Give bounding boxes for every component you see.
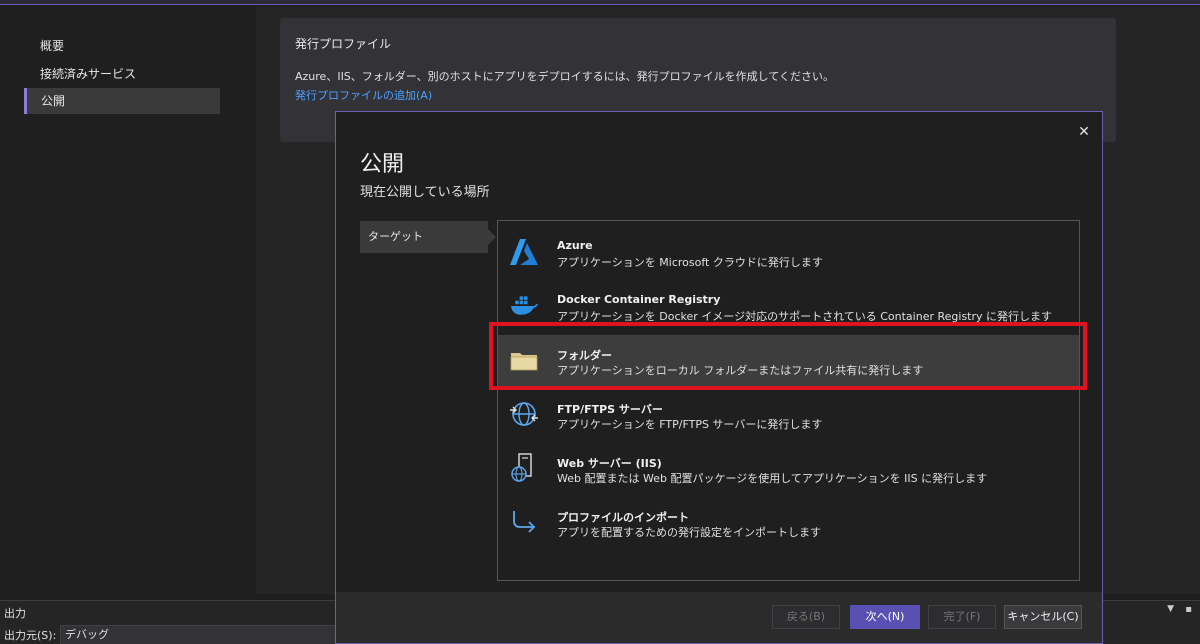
output-source-select[interactable]: デバッグ	[60, 625, 336, 644]
target-item-docker[interactable]: Docker Container Registry アプリケーションを Dock…	[498, 281, 1079, 335]
chevron-down-icon[interactable]: ▼	[1167, 604, 1174, 614]
target-item-ftp[interactable]: FTP/FTPS サーバー アプリケーションを FTP/FTPS サーバーに発行…	[498, 389, 1079, 443]
docker-icon	[510, 296, 538, 315]
dialog-footer: 戻る(B) 次へ(N) 完了(F) キャンセル(C)	[336, 592, 1102, 643]
target-description: Web 配置または Web 配置パッケージを使用してアプリケーションを IIS …	[557, 472, 988, 485]
output-panel-title: 出力	[4, 607, 26, 620]
target-name: プロファイルのインポート	[557, 511, 689, 524]
target-description: アプリケーションをローカル フォルダーまたはファイル共有に発行します	[557, 364, 924, 377]
nav-item-connected-services[interactable]: 接続済みサービス	[24, 61, 220, 87]
web-server-icon	[511, 453, 532, 482]
title-bar-edge	[0, 0, 1200, 5]
nav-item-publish[interactable]: 公開	[24, 88, 220, 114]
back-button[interactable]: 戻る(B)	[772, 605, 840, 629]
step-pointer	[488, 229, 496, 245]
target-description: アプリケーションを Docker イメージ対応のサポートされている Contai…	[557, 310, 1053, 323]
folder-icon	[510, 353, 538, 371]
target-name: Docker Container Registry	[557, 293, 721, 306]
publish-dialog: ✕ 公開 現在公開している場所 ターゲット Azure アプリケーションを Mi…	[335, 111, 1103, 644]
dialog-title: 公開	[360, 152, 405, 177]
nav-item-overview[interactable]: 概要	[24, 33, 220, 59]
close-icon[interactable]: ✕	[1074, 122, 1094, 142]
azure-icon	[510, 239, 538, 265]
output-source-label: 出力元(S):	[4, 629, 57, 642]
next-button[interactable]: 次へ(N)	[850, 605, 920, 629]
target-item-azure[interactable]: Azure アプリケーションを Microsoft クラウドに発行します	[498, 227, 1079, 281]
dialog-subtitle: 現在公開している場所	[360, 185, 490, 200]
ftp-globe-icon	[510, 402, 538, 426]
target-description: アプリケーションを FTP/FTPS サーバーに発行します	[557, 418, 823, 431]
target-name: Web サーバー (IIS)	[557, 457, 662, 470]
add-profile-link[interactable]: 発行プロファイルの追加(A)	[295, 87, 432, 103]
target-description: アプリを配置するための発行設定をインポートします	[557, 526, 821, 539]
left-navigation: 概要 接続済みサービス 公開	[0, 6, 256, 594]
target-item-folder[interactable]: フォルダー アプリケーションをローカル フォルダーまたはファイル共有に発行します	[498, 335, 1079, 389]
import-arrow-icon	[513, 511, 536, 533]
target-item-web-server[interactable]: Web サーバー (IIS) Web 配置または Web 配置パッケージを使用し…	[498, 443, 1079, 497]
cancel-button[interactable]: キャンセル(C)	[1004, 605, 1082, 629]
target-item-import-profile[interactable]: プロファイルのインポート アプリを配置するための発行設定をインポートします	[498, 497, 1079, 551]
finish-button[interactable]: 完了(F)	[928, 605, 996, 629]
target-description: アプリケーションを Microsoft クラウドに発行します	[557, 256, 823, 269]
step-target[interactable]: ターゲット	[360, 221, 488, 253]
target-name: フォルダー	[557, 349, 612, 362]
profile-card-title: 発行プロファイル	[295, 37, 392, 51]
target-name: Azure	[557, 239, 593, 252]
pin-icon[interactable]: ▪	[1185, 604, 1192, 615]
profile-card-description: Azure、IIS、フォルダー、別のホストにアプリをデプロイするには、発行プロフ…	[295, 70, 835, 83]
target-name: FTP/FTPS サーバー	[557, 403, 663, 416]
target-list: Azure アプリケーションを Microsoft クラウドに発行します Doc…	[497, 220, 1080, 581]
